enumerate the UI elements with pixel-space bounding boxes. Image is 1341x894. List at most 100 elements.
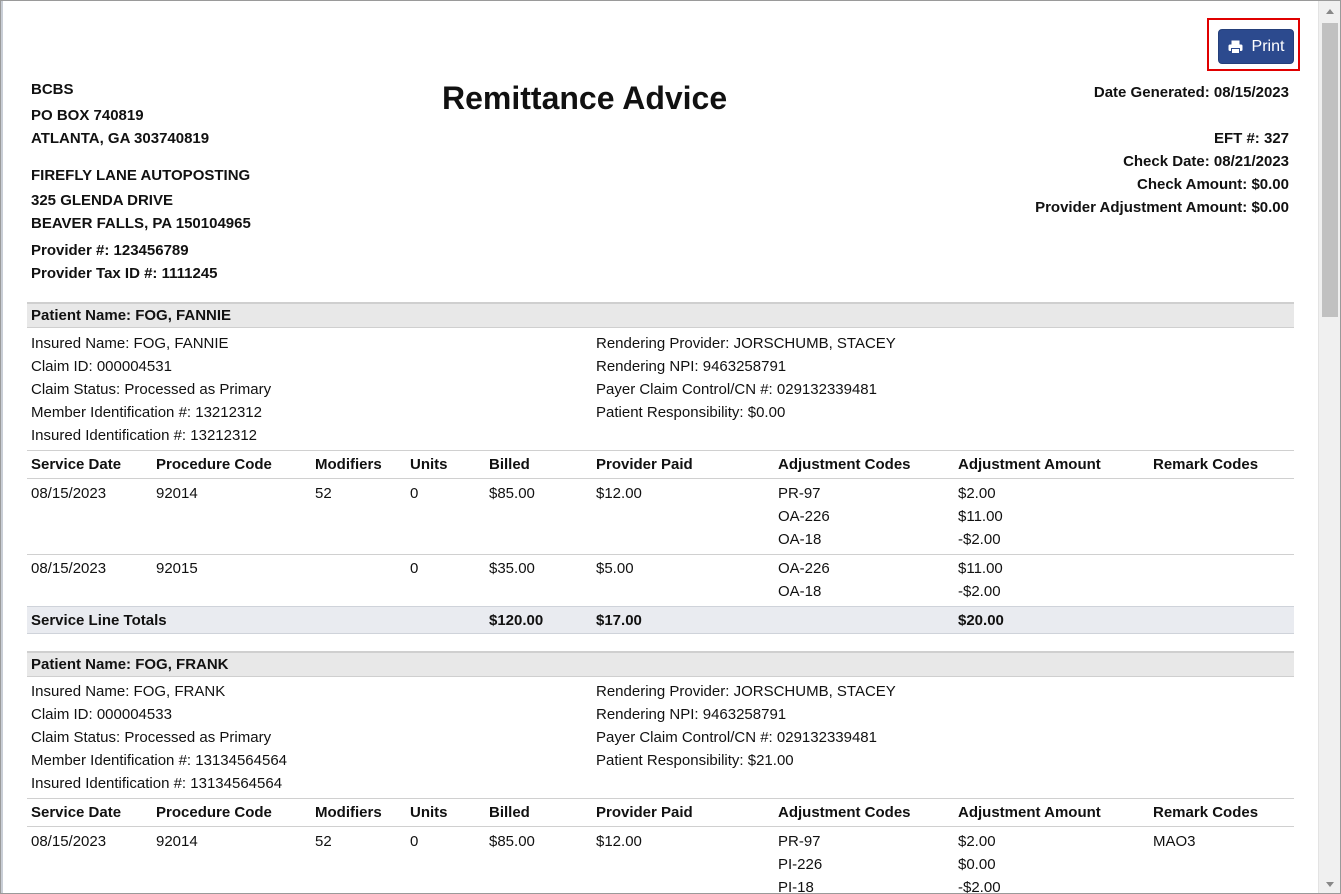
payer-claim-control: Payer Claim Control/CN #: 029132339481 (596, 381, 877, 398)
insured-id: Insured Identification #: 13134564564 (31, 775, 283, 792)
payer-name: BCBS (31, 81, 74, 98)
adjustment-amount: $2.00 (958, 485, 996, 502)
divider (27, 554, 1294, 555)
col-header-units: Units (410, 804, 448, 821)
adjustment-code: PI-18 (778, 879, 814, 894)
billed-cell: $85.00 (489, 833, 535, 850)
totals-provider-paid: $17.00 (596, 612, 642, 629)
service-date-cell: 08/15/2023 (31, 485, 107, 502)
modifiers-cell: 52 (315, 485, 332, 502)
scroll-up-arrow-icon[interactable] (1319, 3, 1340, 20)
insured-name: Insured Name: FOG, FRANK (31, 683, 226, 700)
adjustment-amount: $11.00 (958, 508, 1003, 525)
totals-label: Service Line Totals (31, 612, 167, 629)
rendering-npi: Rendering NPI: 9463258791 (596, 358, 787, 375)
units-cell: 0 (410, 560, 419, 577)
service-date-cell: 08/15/2023 (31, 833, 107, 850)
col-header-modifiers: Modifiers (315, 456, 382, 473)
adjustment-codes-cell: PR-97 OA-226 OA-18 (778, 485, 830, 554)
adjustment-code: OA-226 (778, 508, 830, 525)
remittance-window: Print Remittance Advice BCBS PO BOX 7408… (0, 0, 1341, 894)
printer-icon (1228, 40, 1243, 54)
date-generated: Date Generated: 08/15/2023 (1093, 84, 1289, 101)
divider (27, 826, 1294, 827)
adjustment-amount: $2.00 (958, 833, 996, 850)
adjustment-amount: $11.00 (958, 560, 1003, 577)
adjustment-amounts-cell: $2.00 $11.00 -$2.00 (958, 485, 1003, 554)
procedure-code-cell: 92014 (156, 485, 198, 502)
col-header-service-date: Service Date (31, 804, 122, 821)
vertical-scrollbar[interactable] (1318, 1, 1340, 893)
print-button-label: Print (1251, 37, 1285, 55)
patient-section-header: Patient Name: FOG, FANNIE (27, 302, 1294, 328)
col-header-modifiers: Modifiers (315, 804, 382, 821)
adjustment-codes-cell: OA-226 OA-18 (778, 560, 830, 606)
adjustment-amount: -$2.00 (958, 879, 1001, 894)
claim-info-right: Rendering Provider: JORSCHUMB, STACEY Re… (596, 335, 896, 427)
billed-cell: $85.00 (489, 485, 535, 502)
claim-id: Claim ID: 000004533 (31, 706, 172, 723)
scrollbar-thumb[interactable] (1322, 23, 1338, 317)
provider-tax-id: Provider Tax ID #: 1111245 (31, 265, 218, 282)
print-button[interactable]: Print (1218, 29, 1294, 64)
units-cell: 0 (410, 485, 419, 502)
patient-name-heading: Patient Name: FOG, FANNIE (31, 307, 232, 324)
provider-adjustment-amount: Provider Adjustment Amount: $0.00 (1035, 199, 1289, 216)
service-line-totals-row (27, 606, 1294, 634)
adjustment-code: PR-97 (778, 833, 821, 850)
col-header-units: Units (410, 456, 448, 473)
insured-name: Insured Name: FOG, FANNIE (31, 335, 229, 352)
adjustment-code: OA-226 (778, 560, 830, 577)
scroll-down-arrow-icon[interactable] (1319, 876, 1340, 893)
adjustment-code: OA-18 (778, 531, 822, 548)
page-title: Remittance Advice (442, 80, 728, 116)
divider (27, 798, 1294, 799)
col-header-provider-paid: Provider Paid (596, 804, 693, 821)
rendering-npi: Rendering NPI: 9463258791 (596, 706, 787, 723)
payer-claim-control: Payer Claim Control/CN #: 029132339481 (596, 729, 877, 746)
adjustment-code: OA-18 (778, 583, 822, 600)
member-id: Member Identification #: 13134564564 (31, 752, 288, 769)
patient-name-heading: Patient Name: FOG, FRANK (31, 656, 229, 673)
adjustment-amounts-cell: $2.00 $0.00 -$2.00 (958, 833, 1001, 894)
patient-responsibility: Patient Responsibility: $21.00 (596, 752, 794, 769)
claim-status: Claim Status: Processed as Primary (31, 381, 272, 398)
window-left-edge (1, 1, 3, 893)
totals-billed: $120.00 (489, 612, 544, 629)
adjustment-codes-cell: PR-97 PI-226 PI-18 (778, 833, 823, 894)
col-header-billed: Billed (489, 804, 530, 821)
service-date-cell: 08/15/2023 (31, 560, 107, 577)
col-header-procedure-code: Procedure Code (156, 456, 272, 473)
col-header-provider-paid: Provider Paid (596, 456, 693, 473)
claim-info-right: Rendering Provider: JORSCHUMB, STACEY Re… (596, 683, 896, 775)
remark-codes-cell: MAO3 (1153, 833, 1196, 850)
rendering-provider: Rendering Provider: JORSCHUMB, STACEY (596, 335, 896, 352)
billed-cell: $35.00 (489, 560, 535, 577)
rendering-provider: Rendering Provider: JORSCHUMB, STACEY (596, 683, 896, 700)
eft-number: EFT #: 327 (1213, 130, 1289, 147)
procedure-code-cell: 92015 (156, 560, 198, 577)
payer-address-line1: PO BOX 740819 (31, 107, 144, 124)
provider-paid-cell: $12.00 (596, 833, 642, 850)
adjustment-amounts-cell: $11.00 -$2.00 (958, 560, 1003, 606)
col-header-adjustment-amount: Adjustment Amount (958, 456, 1101, 473)
totals-adjustment-amount: $20.00 (958, 612, 1004, 629)
print-button-highlight: Print (1207, 18, 1300, 71)
provider-number: Provider #: 123456789 (31, 242, 189, 259)
provider-address-line1: 325 GLENDA DRIVE (31, 192, 173, 209)
insured-id: Insured Identification #: 13212312 (31, 427, 258, 444)
modifiers-cell: 52 (315, 833, 332, 850)
col-header-adjustment-codes: Adjustment Codes (778, 804, 911, 821)
procedure-code-cell: 92014 (156, 833, 198, 850)
adjustment-amount: $0.00 (958, 856, 996, 873)
col-header-billed: Billed (489, 456, 530, 473)
adjustment-code: PI-226 (778, 856, 823, 873)
col-header-remark-codes: Remark Codes (1153, 456, 1259, 473)
patient-section-header: Patient Name: FOG, FRANK (27, 651, 1294, 677)
patient-responsibility: Patient Responsibility: $0.00 (596, 404, 786, 421)
divider (27, 478, 1294, 479)
claim-info-left: Insured Name: FOG, FRANK Claim ID: 00000… (31, 683, 287, 798)
adjustment-amount: -$2.00 (958, 583, 1001, 600)
provider-paid-cell: $5.00 (596, 560, 634, 577)
adjustment-code: PR-97 (778, 485, 821, 502)
